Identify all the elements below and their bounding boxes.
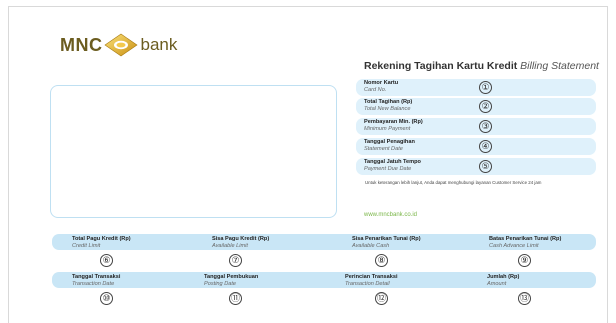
col-sublabel: Amount (487, 280, 507, 287)
info-sublabel: Statement Date (364, 145, 403, 152)
field-number-6: ⑥ (100, 254, 113, 267)
statement-title: Rekening Tagihan Kartu Kredit Billing St… (364, 60, 599, 72)
col-label: Jumlah (Rp) (487, 274, 520, 280)
field-number-1: ① (479, 81, 492, 94)
col-label: Perincian Transaksi (345, 274, 398, 280)
col-transaction-detail: Perincian Transaksi Transaction Detail (345, 274, 398, 287)
info-row-minimum-payment: Pembayaran Min. (Rp) Minimum Payment ③ (356, 118, 596, 135)
summary-available-cash: Sisa Penarikan Tunai (Rp) Available Cash (352, 236, 421, 249)
field-number-7: ⑦ (229, 254, 242, 267)
field-number-13: ⑬ (518, 292, 531, 305)
col-sublabel: Transaction Detail (345, 280, 390, 287)
summary-label: Sisa Pagu Kredit (Rp) (212, 236, 270, 242)
info-row-payment-due-date: Tanggal Jatuh Tempo Payment Due Date ⑤ (356, 158, 596, 175)
info-label: Pembayaran Min. (Rp) (364, 119, 423, 125)
website-link[interactable]: www.mncbank.co.id (364, 212, 417, 218)
col-sublabel: Transaction Date (72, 280, 115, 287)
info-sublabel: Minimum Payment (364, 125, 411, 132)
summary-label: Batas Penarikan Tunai (Rp) (489, 236, 562, 242)
field-number-2: ② (479, 100, 492, 113)
info-label: Tanggal Penagihan (364, 139, 415, 145)
logo-mnc-text: MNC (60, 34, 103, 55)
field-number-10: ⑩ (100, 292, 113, 305)
info-row-statement-date: Tanggal Penagihan Statement Date ④ (356, 138, 596, 155)
logo-bank-text: bank (140, 35, 178, 54)
info-sublabel: Payment Due Date (364, 165, 412, 172)
field-number-12: ⑫ (375, 292, 388, 305)
summary-cash-advance-limit: Batas Penarikan Tunai (Rp) Cash Advance L… (489, 236, 561, 249)
col-sublabel: Posting Date (204, 280, 237, 287)
field-number-3: ③ (479, 120, 492, 133)
summary-band: Total Pagu Kredit (Rp) Credit Limit Sisa … (52, 234, 596, 250)
summary-sublabel: Available Cash (352, 242, 390, 249)
title-id: Rekening Tagihan Kartu Kredit (364, 60, 518, 72)
title-en: Billing Statement (520, 60, 599, 72)
info-row-card-number: Nomor Kartu Card No. ① (356, 79, 596, 96)
info-label: Nomor Kartu (364, 80, 399, 86)
col-label: Tanggal Pembukuan (204, 274, 259, 280)
info-sublabel: Total New Balance (364, 105, 411, 112)
field-number-11: ⑪ (229, 292, 242, 305)
info-label: Total Tagihan (Rp) (364, 99, 413, 105)
summary-label: Total Pagu Kredit (Rp) (72, 236, 131, 242)
info-sublabel: Card No. (364, 86, 387, 93)
summary-sublabel: Available Limit (212, 242, 248, 249)
col-posting-date: Tanggal Pembukuan Posting Date (204, 274, 258, 287)
transaction-header-band: Tanggal Transaksi Transaction Date Tangga… (52, 272, 596, 288)
logo-diamond-icon (103, 33, 138, 57)
field-number-9: ⑨ (518, 254, 531, 267)
info-row-total-balance: Total Tagihan (Rp) Total New Balance ② (356, 98, 596, 115)
summary-label: Sisa Penarikan Tunai (Rp) (352, 236, 421, 242)
summary-sublabel: Cash Advance Limit (489, 242, 539, 249)
address-box (50, 85, 337, 218)
summary-credit-limit: Total Pagu Kredit (Rp) Credit Limit (72, 236, 131, 249)
col-label: Tanggal Transaksi (72, 274, 121, 280)
field-number-4: ④ (479, 140, 492, 153)
field-number-5: ⑤ (479, 160, 492, 173)
summary-available-limit: Sisa Pagu Kredit (Rp) Available Limit (212, 236, 269, 249)
col-transaction-date: Tanggal Transaksi Transaction Date (72, 274, 120, 287)
field-number-8: ⑧ (375, 254, 388, 267)
mnc-bank-logo: MNC bank (60, 33, 177, 57)
col-amount: Jumlah (Rp) Amount (487, 274, 519, 287)
info-label: Tanggal Jatuh Tempo (364, 159, 421, 165)
customer-service-note: Untuk keterangan lebih lanjut, Anda dapa… (365, 180, 542, 185)
summary-sublabel: Credit Limit (72, 242, 101, 249)
